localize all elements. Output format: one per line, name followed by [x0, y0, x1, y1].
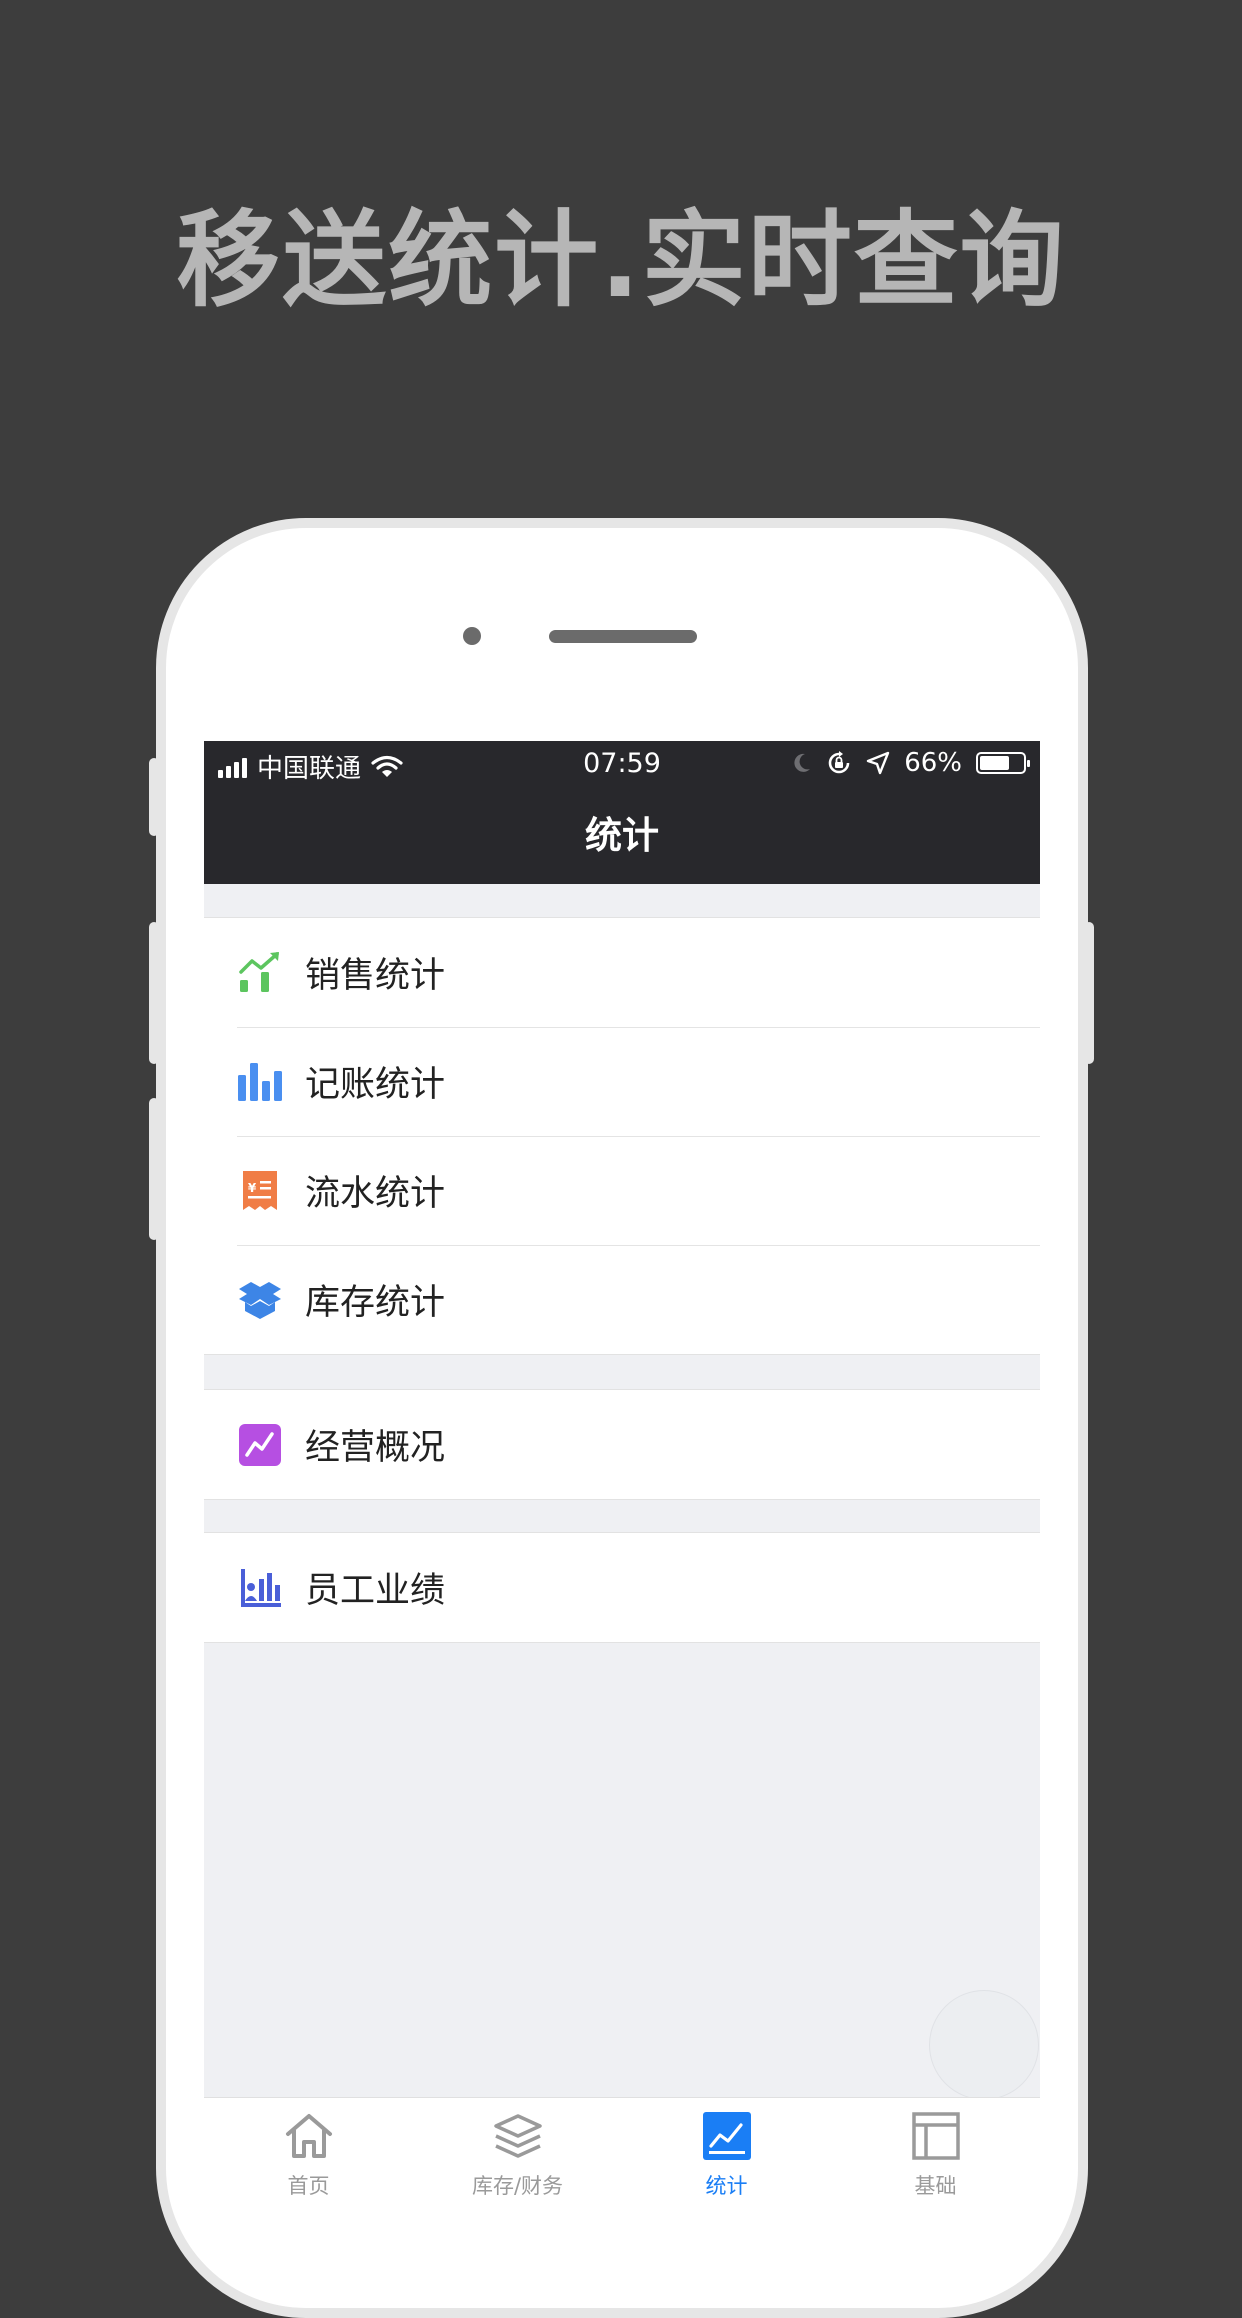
bar-chart-icon — [237, 1059, 283, 1105]
menu-item-label: 流水统计 — [305, 1174, 446, 1214]
menu-group-overview: 经营概况 — [204, 1389, 1040, 1500]
app-screen: 中国联通 07:59 66% 统计 销售统计 记账统计 ¥ 流水统计 库存统计 … — [204, 741, 1040, 2208]
tab-basics[interactable]: 基础 — [831, 2098, 1040, 2208]
front-camera — [463, 627, 481, 645]
battery-percent: 66% — [904, 748, 962, 778]
menu-item-label: 记账统计 — [305, 1065, 446, 1105]
menu-item-sales-stats[interactable]: 销售统计 — [204, 918, 1040, 1027]
menu-item-business-overview[interactable]: 经营概况 — [204, 1390, 1040, 1499]
menu-group-staff: 员工业绩 — [204, 1532, 1040, 1643]
menu-item-label: 员工业绩 — [305, 1571, 446, 1611]
layers-icon — [493, 2114, 542, 2158]
moon-icon — [794, 753, 811, 772]
tab-bar: 首页 库存/财务 统计 基础 — [204, 2097, 1040, 2208]
menu-item-label: 经营概况 — [305, 1428, 446, 1468]
sales-trend-icon — [237, 950, 283, 996]
menu-item-accounting-stats[interactable]: 记账统计 — [204, 1027, 1040, 1136]
menu-item-inventory-stats[interactable]: 库存统计 — [204, 1245, 1040, 1354]
battery-icon — [976, 752, 1030, 774]
tab-label: 库存/财务 — [471, 2174, 564, 2198]
layout-icon — [911, 2112, 960, 2160]
tab-inventory-finance[interactable]: 库存/财务 — [413, 2098, 622, 2208]
tab-label: 基础 — [914, 2174, 957, 2198]
status-bar: 中国联通 07:59 66% — [204, 741, 1040, 787]
location-icon — [867, 751, 890, 775]
tab-home[interactable]: 首页 — [204, 2098, 413, 2208]
headline: 移送统计.实时查询 — [176, 199, 1066, 321]
tab-statistics[interactable]: 统计 — [622, 2098, 831, 2208]
staff-chart-icon — [237, 1565, 283, 1611]
svg-text:¥: ¥ — [248, 1181, 257, 1195]
home-icon — [285, 2114, 332, 2158]
rotation-lock-icon — [828, 751, 850, 774]
menu-group-stats: 销售统计 记账统计 ¥ 流水统计 库存统计 — [204, 917, 1040, 1355]
line-chart-icon — [237, 1422, 283, 1468]
receipt-icon: ¥ — [237, 1168, 283, 1214]
menu-item-label: 销售统计 — [305, 956, 446, 996]
page-title: 统计 — [204, 787, 1040, 884]
menu-item-label: 库存统计 — [305, 1283, 446, 1323]
chart-icon — [702, 2112, 751, 2160]
menu-item-staff-performance[interactable]: 员工业绩 — [204, 1533, 1040, 1642]
menu-item-cashflow-stats[interactable]: ¥ 流水统计 — [204, 1136, 1040, 1245]
box-icon — [237, 1277, 283, 1323]
floating-assistive-button[interactable] — [929, 1990, 1039, 2100]
tab-label: 首页 — [287, 2174, 330, 2198]
earpiece-speaker — [549, 630, 697, 643]
tab-label: 统计 — [705, 2174, 748, 2198]
